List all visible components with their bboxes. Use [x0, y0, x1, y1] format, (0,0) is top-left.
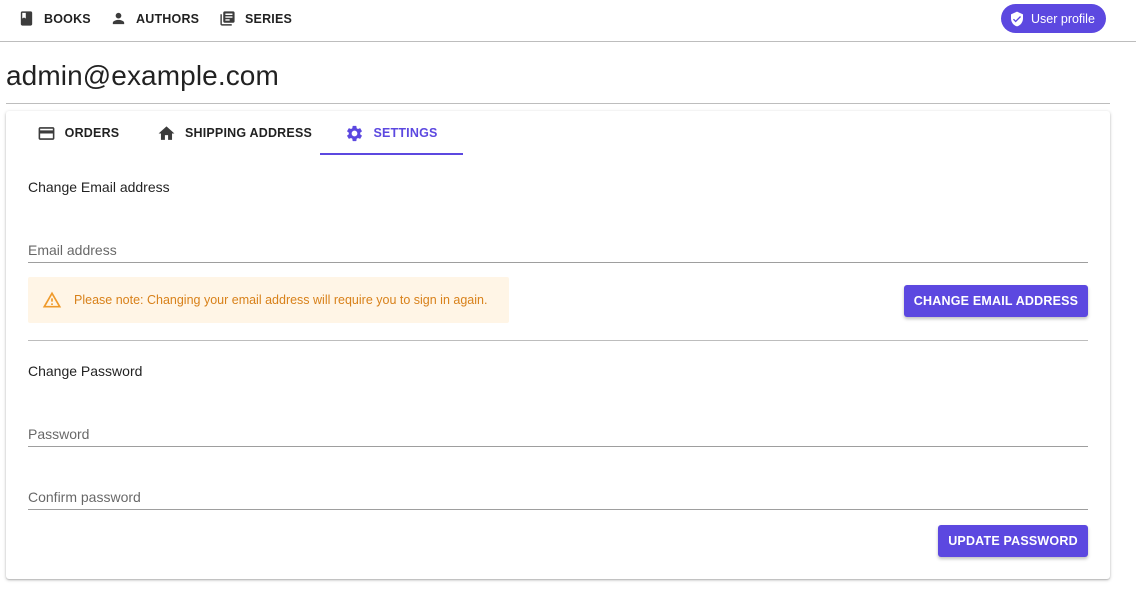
nav-books-label: BOOKS: [44, 11, 91, 26]
tab-orders-label: ORDERS: [64, 126, 120, 140]
warning-text: Please note: Changing your email address…: [74, 293, 488, 307]
email-change-warning: Please note: Changing your email address…: [28, 277, 509, 323]
profile-card: ORDERS SHIPPING ADDRESS SETTINGS Change …: [6, 111, 1110, 579]
nav-series-label: SERIES: [245, 11, 293, 26]
update-password-button-label: UPDATE PASSWORD: [948, 534, 1078, 548]
update-password-button[interactable]: UPDATE PASSWORD: [938, 525, 1088, 557]
change-email-heading: Change Email address: [28, 179, 170, 195]
confirm-password-field[interactable]: [28, 478, 1088, 510]
change-password-heading: Change Password: [28, 363, 143, 379]
person-icon: [112, 12, 125, 25]
page-title: admin@example.com: [6, 60, 279, 91]
change-email-button[interactable]: CHANGE EMAIL ADDRESS: [904, 285, 1088, 317]
home-icon: [158, 125, 175, 140]
email-field[interactable]: [28, 231, 1088, 263]
password-field[interactable]: [28, 415, 1088, 447]
title-divider: [6, 103, 1110, 104]
gear-icon: [347, 125, 363, 141]
section-divider: [28, 340, 1088, 341]
tab-settings-label: SETTINGS: [373, 126, 438, 140]
confirm-password-input[interactable]: [28, 478, 1088, 509]
tab-settings[interactable]: SETTINGS: [320, 111, 463, 155]
nav-authors-link[interactable]: AUTHORS: [110, 0, 199, 37]
nav-authors-label: AUTHORS: [136, 11, 200, 26]
tab-orders[interactable]: ORDERS: [20, 111, 136, 155]
tab-shipping-address[interactable]: SHIPPING ADDRESS: [152, 111, 317, 155]
book-icon: [20, 11, 33, 26]
user-profile-button[interactable]: User profile: [1001, 4, 1106, 33]
email-input[interactable]: [28, 231, 1088, 262]
nav-series-link[interactable]: SERIES: [219, 0, 292, 37]
password-input[interactable]: [28, 415, 1088, 446]
nav-books-link[interactable]: BOOKS: [18, 0, 91, 37]
top-navigation-bar: BOOKS AUTHORS SERIES User profile: [0, 0, 1136, 42]
tab-shipping-address-label: SHIPPING ADDRESS: [184, 126, 313, 140]
library-books-icon: [220, 11, 235, 26]
verified-user-icon: [1011, 11, 1023, 26]
credit-card-icon: [38, 126, 55, 140]
active-tab-indicator: [320, 153, 463, 155]
warning-icon: [42, 291, 62, 308]
change-email-button-label: CHANGE EMAIL ADDRESS: [913, 294, 1079, 308]
user-profile-label: User profile: [1031, 11, 1095, 26]
